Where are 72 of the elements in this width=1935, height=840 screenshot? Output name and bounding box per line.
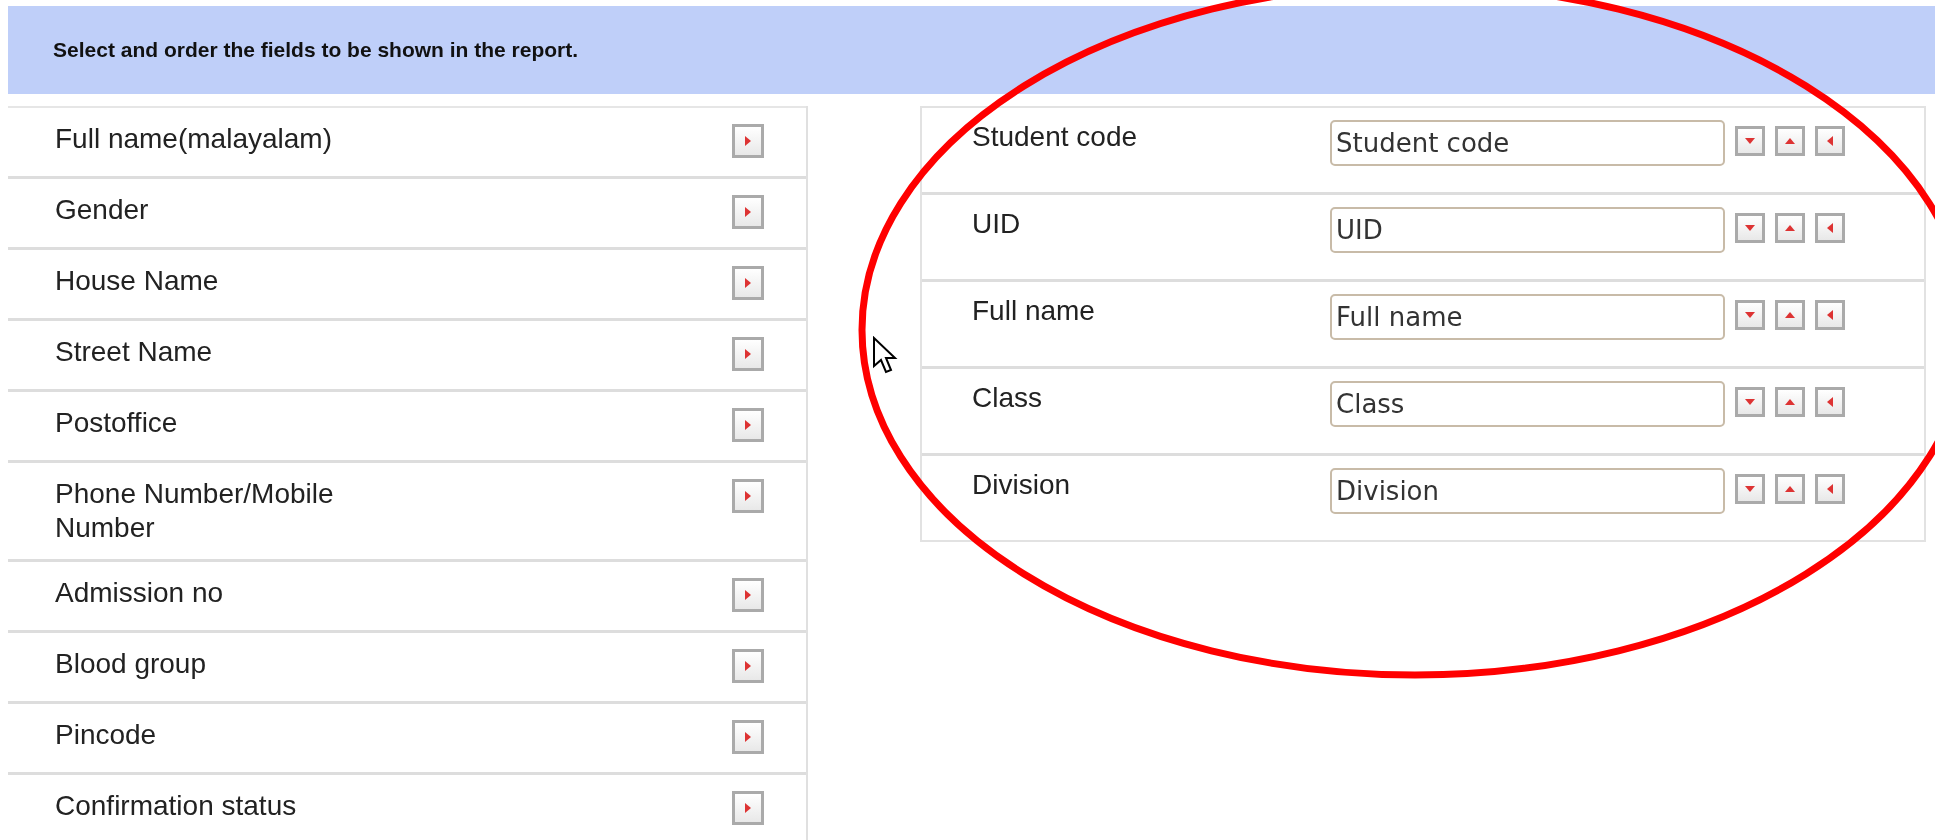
right-arrow-icon <box>743 348 753 360</box>
down-arrow-icon <box>1744 310 1756 320</box>
left-arrow-icon <box>1825 396 1835 408</box>
right-arrow-icon <box>743 490 753 502</box>
up-arrow-icon <box>1784 310 1796 320</box>
add-field-button[interactable] <box>732 578 764 612</box>
add-field-button[interactable] <box>732 337 764 371</box>
field-label: Pincode <box>55 718 158 752</box>
down-arrow-icon <box>1744 484 1756 494</box>
column-title-field[interactable]: Division <box>1330 468 1725 514</box>
move-up-button[interactable] <box>1775 126 1805 156</box>
add-field-button[interactable] <box>732 408 764 442</box>
right-arrow-icon <box>743 589 753 601</box>
field-label: Division <box>972 468 1072 502</box>
right-arrow-icon <box>743 277 753 289</box>
move-up-button[interactable] <box>1775 387 1805 417</box>
right-arrow-icon <box>743 135 753 147</box>
field-label: Phone Number/Mobile Number <box>55 477 335 545</box>
up-arrow-icon <box>1784 397 1796 407</box>
up-arrow-icon <box>1784 136 1796 146</box>
add-field-button[interactable] <box>732 479 764 513</box>
up-arrow-icon <box>1784 484 1796 494</box>
up-arrow-icon <box>1784 223 1796 233</box>
down-arrow-icon <box>1744 136 1756 146</box>
column-title-field[interactable]: UID <box>1330 207 1725 253</box>
field-label: UID <box>972 207 1022 241</box>
remove-field-button[interactable] <box>1815 300 1845 330</box>
field-label: Full name(malayalam) <box>55 122 333 156</box>
add-field-button[interactable] <box>732 266 764 300</box>
add-field-button[interactable] <box>732 720 764 754</box>
field-label: Full name <box>972 294 1096 328</box>
field-label: Blood group <box>55 647 207 681</box>
move-down-button[interactable] <box>1735 474 1765 504</box>
down-arrow-icon <box>1744 223 1756 233</box>
add-field-button[interactable] <box>732 791 764 825</box>
remove-field-button[interactable] <box>1815 387 1845 417</box>
field-label: Postoffice <box>55 406 179 440</box>
down-arrow-icon <box>1744 397 1756 407</box>
right-arrow-icon <box>743 802 753 814</box>
move-down-button[interactable] <box>1735 300 1765 330</box>
add-field-button[interactable] <box>732 649 764 683</box>
right-arrow-icon <box>743 206 753 218</box>
instruction-text: Select and order the fields to be shown in the report. <box>53 38 579 62</box>
left-arrow-icon <box>1825 309 1835 321</box>
field-label: Student code <box>972 120 1139 154</box>
left-arrow-icon <box>1825 222 1835 234</box>
field-label: Admission no <box>55 576 225 610</box>
move-up-button[interactable] <box>1775 213 1805 243</box>
field-label: House Name <box>55 264 220 298</box>
left-arrow-icon <box>1825 135 1835 147</box>
right-arrow-icon <box>743 660 753 672</box>
remove-field-button[interactable] <box>1815 126 1845 156</box>
field-label: Confirmation status <box>55 789 298 823</box>
column-title-field[interactable]: Full name <box>1330 294 1725 340</box>
right-arrow-icon <box>743 419 753 431</box>
left-arrow-icon <box>1825 483 1835 495</box>
move-up-button[interactable] <box>1775 300 1805 330</box>
remove-field-button[interactable] <box>1815 213 1845 243</box>
add-field-button[interactable] <box>732 124 764 158</box>
move-up-button[interactable] <box>1775 474 1805 504</box>
field-label: Street Name <box>55 335 214 369</box>
column-title-field[interactable]: Student code <box>1330 120 1725 166</box>
mouse-cursor-icon <box>872 336 898 376</box>
remove-field-button[interactable] <box>1815 474 1845 504</box>
right-arrow-icon <box>743 731 753 743</box>
column-title-field[interactable]: Class <box>1330 381 1725 427</box>
move-down-button[interactable] <box>1735 387 1765 417</box>
field-label: Gender <box>55 193 150 227</box>
field-label: Class <box>972 381 1043 415</box>
add-field-button[interactable] <box>732 195 764 229</box>
move-down-button[interactable] <box>1735 213 1765 243</box>
move-down-button[interactable] <box>1735 126 1765 156</box>
